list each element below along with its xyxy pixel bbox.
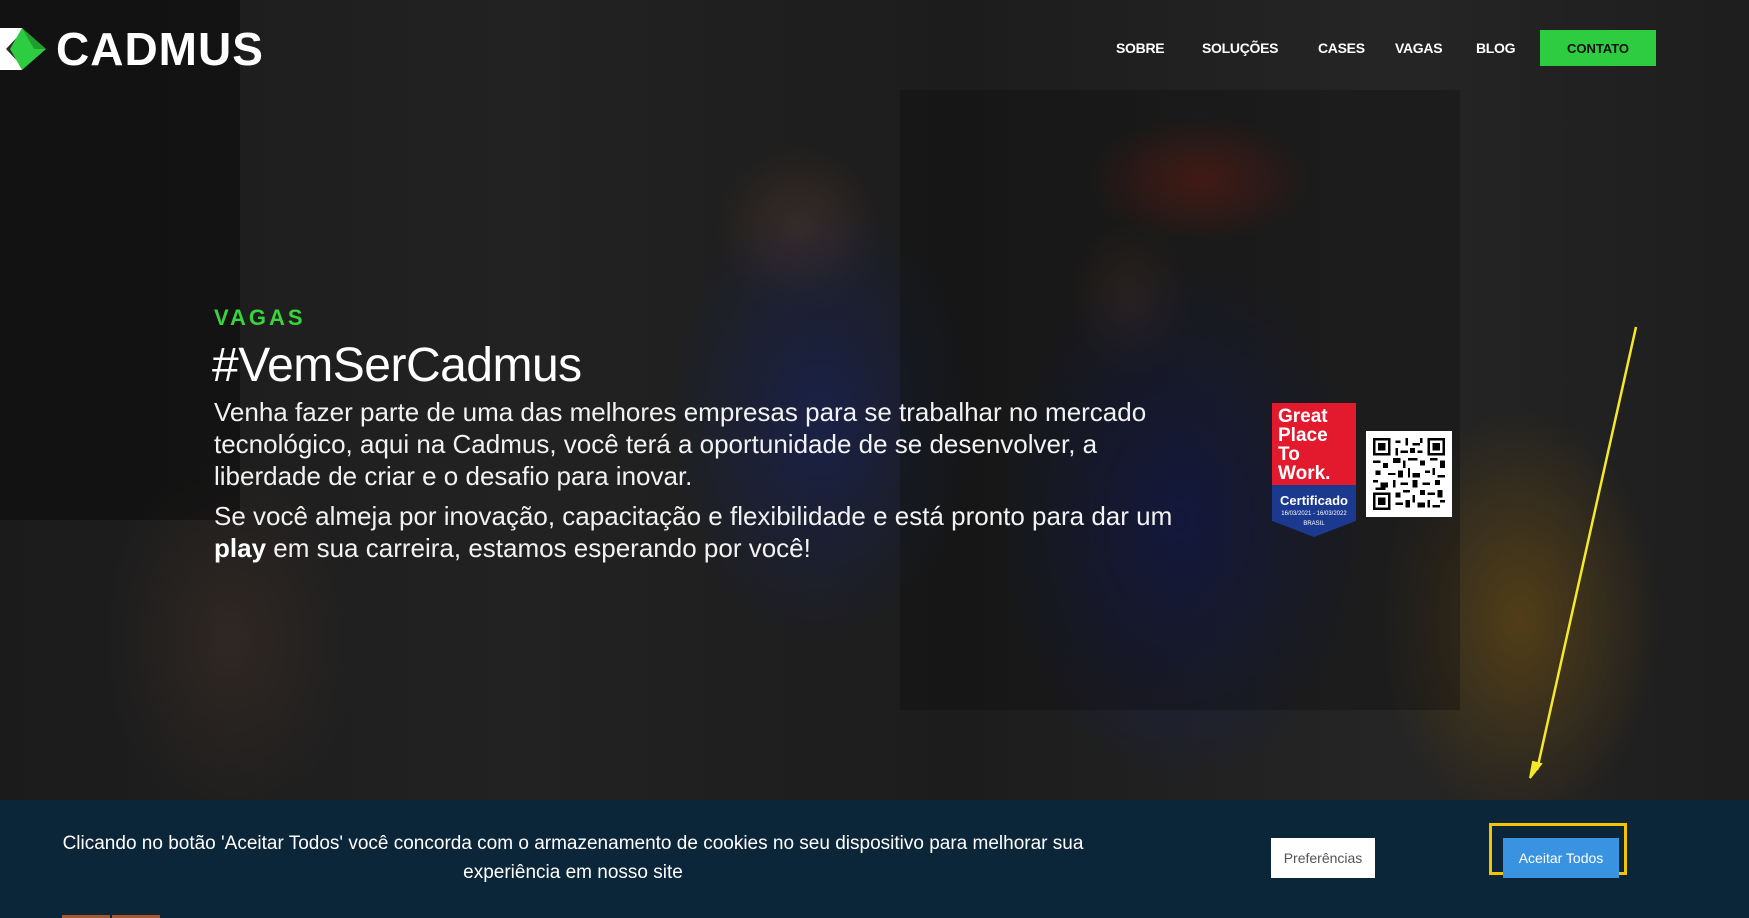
nav-blog[interactable]: BLOG bbox=[1476, 40, 1516, 56]
cookie-consent-text: Clicando no botão 'Aceitar Todos' você c… bbox=[62, 833, 1084, 883]
cookie-banner: Clicando no botão 'Aceitar Todos' você c… bbox=[0, 800, 1749, 918]
hero-paragraph-1: Venha fazer parte de uma das melhores em… bbox=[214, 397, 1147, 491]
contato-button[interactable]: CONTATO bbox=[1540, 30, 1656, 66]
hero-paragraph-2: Se você almeja por inovação, capacitação… bbox=[214, 500, 1174, 564]
hero-paragraph-2-bold: play bbox=[214, 533, 267, 563]
badge-title: Great Place To Work. bbox=[1278, 406, 1331, 484]
cadmus-logo[interactable]: CADMUS bbox=[0, 22, 264, 76]
bottom-strip bbox=[0, 914, 1749, 918]
hero-paragraph-2-end: em sua carreira, estamos esperando por v… bbox=[266, 533, 811, 563]
nav-solucoes[interactable]: SOLUÇÕES bbox=[1202, 40, 1278, 56]
preferences-button[interactable]: Preferências bbox=[1271, 838, 1375, 878]
page-title: #VemSerCadmus bbox=[212, 339, 582, 392]
hero-paragraph-2-start: Se você almeja por inovação, capacitação… bbox=[214, 501, 1173, 531]
nav-vagas[interactable]: VAGAS bbox=[1395, 40, 1443, 56]
nav-cases[interactable]: CASES bbox=[1318, 40, 1365, 56]
brand-name: CADMUS bbox=[56, 23, 264, 75]
accept-all-button[interactable]: Aceitar Todos bbox=[1503, 838, 1619, 878]
great-place-to-work-badge: Great Place To Work. Certificado 16/03/2… bbox=[1272, 403, 1356, 537]
badge-certified: Certificado bbox=[1280, 493, 1348, 508]
badge-dates: 16/03/2021 - 16/03/2022 bbox=[1281, 511, 1347, 517]
nav-sobre[interactable]: SOBRE bbox=[1116, 40, 1165, 56]
section-eyebrow: VAGAS bbox=[214, 305, 306, 330]
badge-red-area: Great Place To Work. bbox=[1272, 403, 1356, 485]
qr-code-icon[interactable] bbox=[1366, 431, 1452, 517]
cadmus-diamond-logo-icon bbox=[0, 24, 50, 74]
